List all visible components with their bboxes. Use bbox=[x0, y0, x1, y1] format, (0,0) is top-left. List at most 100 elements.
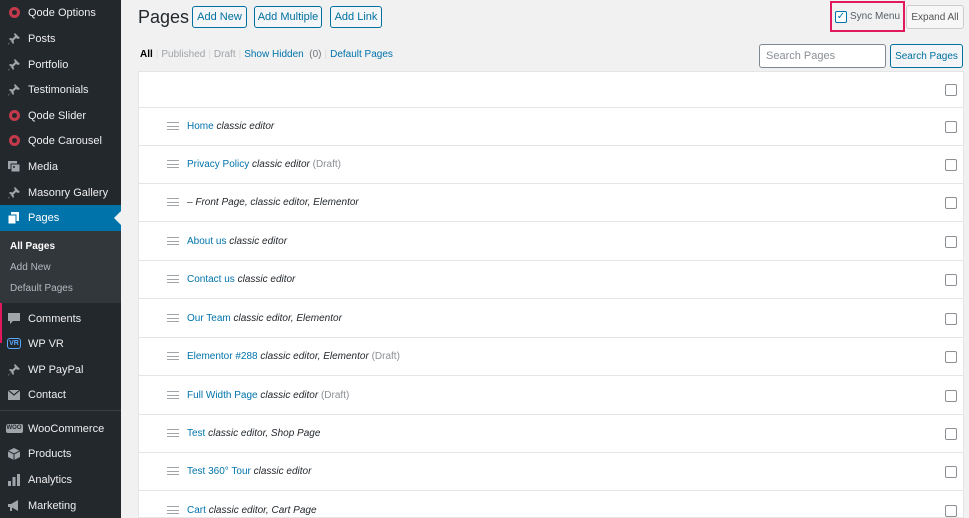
page-meta: classic editor bbox=[237, 274, 296, 285]
list-item[interactable]: Our Team classic editor, Elementor bbox=[139, 300, 963, 338]
filter-all[interactable]: All bbox=[140, 49, 153, 60]
drag-handle-icon[interactable] bbox=[167, 429, 179, 437]
menu-masonry-gallery[interactable]: Masonry Gallery bbox=[0, 180, 121, 205]
mail-icon bbox=[7, 388, 21, 402]
menu-label: Pages bbox=[28, 212, 60, 224]
add-new-button[interactable]: Add New bbox=[192, 6, 247, 28]
drag-handle-icon[interactable] bbox=[167, 467, 179, 475]
filter-draft[interactable]: Draft bbox=[214, 49, 236, 60]
menu-products[interactable]: Products bbox=[0, 441, 121, 466]
row-checkbox[interactable] bbox=[945, 351, 957, 363]
menu-pages[interactable]: Pages bbox=[0, 205, 121, 231]
search-pages-button[interactable]: Search Pages bbox=[890, 44, 963, 68]
menu-label: WP PayPal bbox=[28, 363, 84, 376]
submenu-default-pages[interactable]: Default Pages bbox=[10, 283, 73, 294]
list-item[interactable]: Cart classic editor, Cart Page bbox=[139, 492, 963, 517]
filter-published[interactable]: Published bbox=[161, 49, 205, 60]
pin-icon bbox=[7, 186, 21, 200]
sync-menu-checkbox[interactable]: ✓ bbox=[834, 10, 847, 23]
row-checkbox[interactable] bbox=[945, 428, 957, 440]
page-state: (Draft) bbox=[371, 351, 400, 362]
drag-handle-icon[interactable] bbox=[167, 275, 179, 283]
drag-handle-icon[interactable] bbox=[167, 160, 179, 168]
page-state: (Draft) bbox=[312, 159, 341, 170]
list-item[interactable]: Test 360° Tour classic editor bbox=[139, 453, 963, 491]
admin-sidebar: Qode Options Posts Portfolio Testimonial… bbox=[0, 0, 121, 518]
menu-qode-options[interactable]: Qode Options bbox=[0, 0, 121, 25]
pages-icon bbox=[7, 211, 21, 225]
menu-comments[interactable]: Comments bbox=[0, 306, 121, 331]
menu-contact[interactable]: Contact bbox=[0, 382, 121, 407]
page-title-link[interactable]: Contact us bbox=[187, 274, 235, 285]
list-item[interactable]: Elementor #288 classic editor, Elementor… bbox=[139, 338, 963, 376]
menu-qode-slider[interactable]: Qode Slider bbox=[0, 103, 121, 128]
list-item[interactable]: – Front Page, classic editor, Elementor bbox=[139, 184, 963, 222]
drag-handle-icon[interactable] bbox=[167, 122, 179, 130]
sidebar-separator bbox=[0, 410, 121, 411]
list-item[interactable]: About us classic editor bbox=[139, 223, 963, 261]
menu-woocommerce[interactable]: WOO WooCommerce bbox=[0, 416, 121, 441]
filter-show-hidden[interactable]: Show Hidden bbox=[244, 49, 303, 60]
menu-portfolio[interactable]: Portfolio bbox=[0, 52, 121, 77]
row-checkbox[interactable] bbox=[945, 466, 957, 478]
page-title-link[interactable]: Full Width Page bbox=[187, 390, 258, 401]
menu-analytics[interactable]: Analytics bbox=[0, 467, 121, 492]
select-all-checkbox[interactable] bbox=[945, 84, 957, 96]
menu-label: Qode Options bbox=[28, 6, 96, 19]
menu-testimonials[interactable]: Testimonials bbox=[0, 77, 121, 102]
search-pages-input[interactable] bbox=[759, 44, 886, 68]
menu-label: Posts bbox=[28, 32, 56, 45]
list-item[interactable]: Home classic editor bbox=[139, 108, 963, 146]
page-meta: classic editor bbox=[252, 159, 310, 170]
list-item[interactable]: Contact us classic editor bbox=[139, 261, 963, 299]
menu-posts[interactable]: Posts bbox=[0, 26, 121, 51]
page-meta: – Front Page, classic editor, Elementor bbox=[187, 197, 359, 208]
menu-label: Comments bbox=[28, 312, 82, 325]
filter-default-pages[interactable]: Default Pages bbox=[330, 49, 393, 60]
row-checkbox[interactable] bbox=[945, 274, 957, 286]
page-title-link[interactable]: About us bbox=[187, 236, 226, 247]
page-title-link[interactable]: Test bbox=[187, 428, 205, 439]
row-checkbox[interactable] bbox=[945, 159, 957, 171]
menu-wp-paypal[interactable]: WP PayPal bbox=[0, 357, 121, 382]
bar-chart-icon bbox=[7, 473, 21, 487]
row-checkbox[interactable] bbox=[945, 121, 957, 133]
drag-handle-icon[interactable] bbox=[167, 391, 179, 399]
row-checkbox[interactable] bbox=[945, 197, 957, 209]
menu-label: Qode Carousel bbox=[28, 134, 102, 147]
menu-label: Masonry Gallery bbox=[28, 186, 109, 199]
menu-marketing[interactable]: Marketing bbox=[0, 493, 121, 518]
page-title: Pages bbox=[138, 7, 190, 27]
page-title-link[interactable]: Elementor #288 bbox=[187, 351, 258, 362]
menu-wp-vr[interactable]: VR WP VR bbox=[0, 331, 121, 356]
menu-qode-carousel[interactable]: Qode Carousel bbox=[0, 128, 121, 153]
menu-media[interactable]: Media bbox=[0, 154, 121, 179]
menu-label: WP VR bbox=[28, 337, 64, 350]
row-checkbox[interactable] bbox=[945, 313, 957, 325]
page-title-link[interactable]: Cart bbox=[187, 505, 206, 516]
page-title-link[interactable]: Privacy Policy bbox=[187, 159, 249, 170]
submenu-all-pages[interactable]: All Pages bbox=[10, 241, 55, 252]
page-title-link[interactable]: Test 360° Tour bbox=[187, 466, 251, 477]
pin-icon bbox=[7, 83, 21, 97]
list-item[interactable]: Test classic editor, Shop Page bbox=[139, 415, 963, 453]
page-meta: classic editor bbox=[216, 121, 275, 132]
drag-handle-icon[interactable] bbox=[167, 506, 179, 514]
menu-label: Media bbox=[28, 160, 58, 173]
list-item[interactable]: Full Width Page classic editor (Draft) bbox=[139, 377, 963, 415]
drag-handle-icon[interactable] bbox=[167, 314, 179, 322]
drag-handle-icon[interactable] bbox=[167, 237, 179, 245]
submenu-add-new[interactable]: Add New bbox=[10, 262, 51, 273]
add-multiple-button[interactable]: Add Multiple bbox=[254, 6, 322, 28]
row-checkbox[interactable] bbox=[945, 390, 957, 402]
row-checkbox[interactable] bbox=[945, 505, 957, 517]
row-checkbox[interactable] bbox=[945, 236, 957, 248]
page-title-link[interactable]: Our Team bbox=[187, 313, 231, 324]
list-item[interactable]: Privacy Policy classic editor (Draft) bbox=[139, 146, 963, 184]
drag-handle-icon[interactable] bbox=[167, 198, 179, 206]
page-title-link[interactable]: Home bbox=[187, 121, 214, 132]
sync-menu-toggle[interactable]: ✓ Sync Menu bbox=[830, 1, 905, 32]
expand-all-button[interactable]: Expand All bbox=[906, 5, 964, 29]
drag-handle-icon[interactable] bbox=[167, 352, 179, 360]
add-link-button[interactable]: Add Link bbox=[330, 6, 382, 28]
